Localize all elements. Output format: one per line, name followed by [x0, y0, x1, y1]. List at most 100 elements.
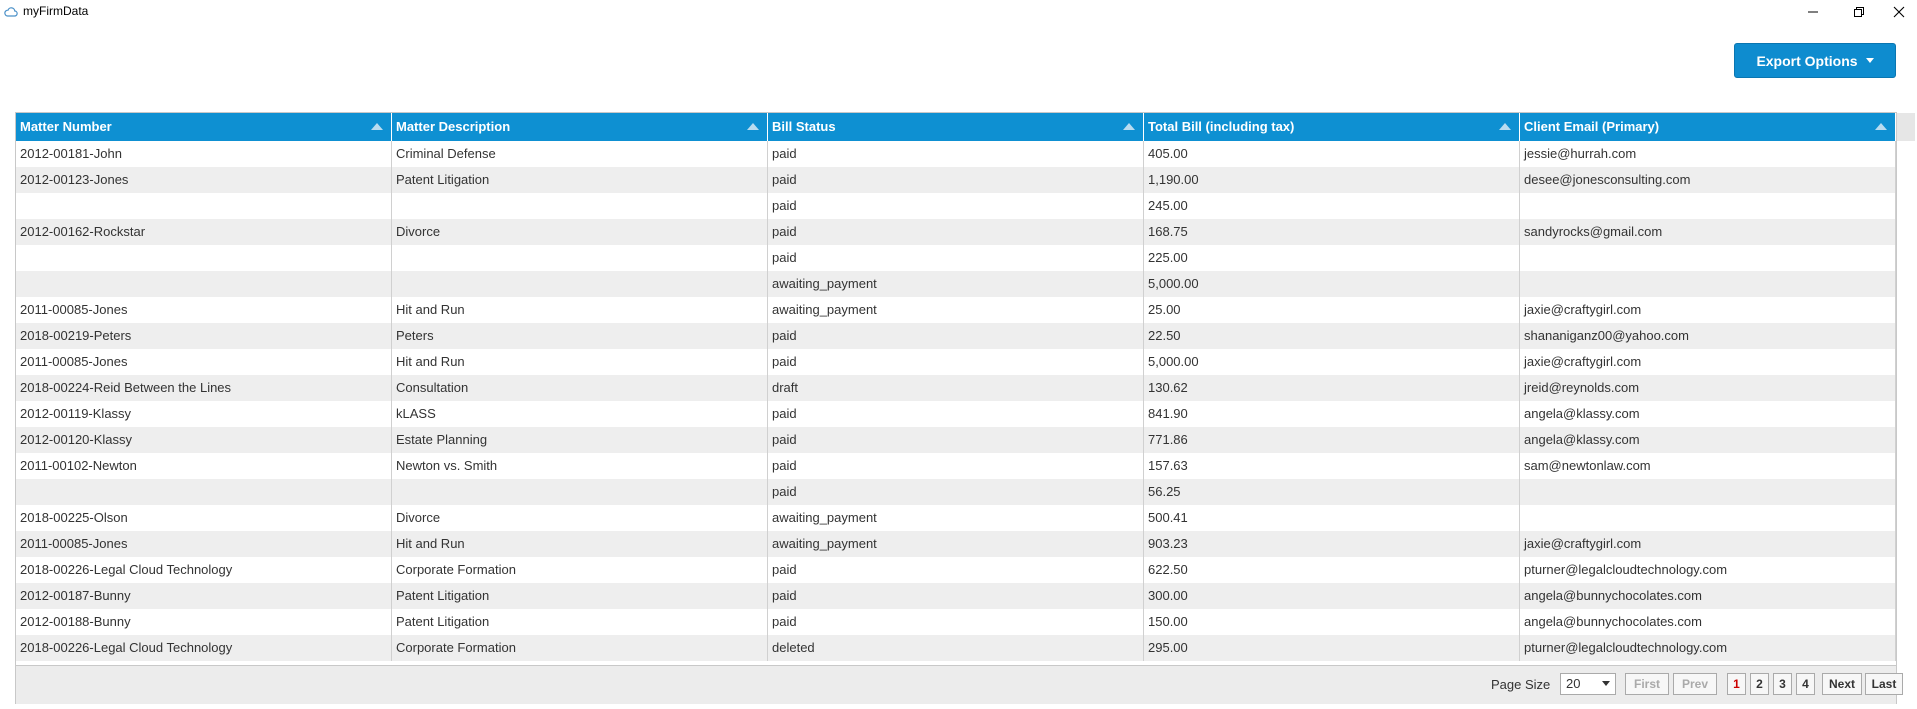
- cell-matter-number: 2011-00085-Jones: [16, 531, 392, 557]
- cell-matter-number: [16, 479, 392, 505]
- export-options-button[interactable]: Export Options: [1734, 43, 1896, 78]
- table-row[interactable]: paid 56.25: [16, 479, 1896, 505]
- column-header-matter-number[interactable]: Matter Number: [16, 113, 392, 141]
- cell-matter-number: 2018-00225-Olson: [16, 505, 392, 531]
- cell-matter-description: Patent Litigation: [392, 167, 768, 193]
- cell-matter-number: [16, 271, 392, 297]
- close-button[interactable]: [1876, 0, 1917, 24]
- cell-client-email: [1520, 505, 1896, 531]
- table-row[interactable]: 2011-00085-Jones Hit and Run paid 5,000.00 j…: [16, 349, 1896, 375]
- cell-matter-description: Criminal Defense: [392, 141, 768, 167]
- cell-bill-status: paid: [768, 219, 1144, 245]
- minimize-button[interactable]: [1790, 0, 1836, 24]
- cell-bill-status: paid: [768, 193, 1144, 219]
- cell-bill-status: paid: [768, 427, 1144, 453]
- table-row[interactable]: awaiting_payment 5,000.00: [16, 271, 1896, 297]
- cell-client-email: jaxie@craftygirl.com: [1520, 349, 1896, 375]
- cell-matter-description: Peters: [392, 323, 768, 349]
- cell-total-bill: 245.00: [1144, 193, 1520, 219]
- cell-bill-status: awaiting_payment: [768, 531, 1144, 557]
- table-row[interactable]: paid 245.00: [16, 193, 1896, 219]
- sort-arrow-icon[interactable]: [1123, 123, 1135, 130]
- cell-client-email: sandyrocks@gmail.com: [1520, 219, 1896, 245]
- cell-matter-description: Divorce: [392, 505, 768, 531]
- table-row[interactable]: 2011-00085-Jones Hit and Run awaiting_paym…: [16, 531, 1896, 557]
- page-2-button[interactable]: 2: [1750, 673, 1769, 695]
- column-header-total-bill[interactable]: Total Bill (including tax): [1144, 113, 1520, 141]
- table-row[interactable]: 2018-00224-Reid Between the Lines Consult…: [16, 375, 1896, 401]
- last-page-button[interactable]: Last: [1865, 673, 1903, 695]
- first-page-button[interactable]: First: [1625, 673, 1669, 695]
- column-header-bill-status[interactable]: Bill Status: [768, 113, 1144, 141]
- cell-matter-number: 2012-00119-Klassy: [16, 401, 392, 427]
- cell-client-email: shananiganz00@yahoo.com: [1520, 323, 1896, 349]
- page-1-button[interactable]: 1: [1727, 673, 1746, 695]
- column-header-matter-description[interactable]: Matter Description: [392, 113, 768, 141]
- sort-arrow-icon[interactable]: [747, 123, 759, 130]
- table-row[interactable]: 2012-00119-Klassy kLASS paid 841.90 angela@k…: [16, 401, 1896, 427]
- table-row[interactable]: 2012-00188-Bunny Patent Litigation paid 150…: [16, 609, 1896, 635]
- sort-arrow-icon[interactable]: [1499, 123, 1511, 130]
- table-row[interactable]: 2018-00219-Peters Peters paid 22.50 shananig…: [16, 323, 1896, 349]
- column-header-label: Bill Status: [772, 119, 836, 134]
- table-row[interactable]: 2012-00181-John Criminal Defense paid 405.0…: [16, 141, 1896, 167]
- table-row[interactable]: 2012-00162-Rockstar Divorce paid 168.75 sand…: [16, 219, 1896, 245]
- page-4-button[interactable]: 4: [1796, 673, 1815, 695]
- table-row[interactable]: 2012-00123-Jones Patent Litigation paid 1,1…: [16, 167, 1896, 193]
- cell-bill-status: paid: [768, 479, 1144, 505]
- cell-total-bill: 841.90: [1144, 401, 1520, 427]
- cell-total-bill: 5,000.00: [1144, 271, 1520, 297]
- cell-bill-status: paid: [768, 245, 1144, 271]
- export-options-label: Export Options: [1756, 52, 1858, 69]
- cell-total-bill: 622.50: [1144, 557, 1520, 583]
- sort-arrow-icon[interactable]: [371, 123, 383, 130]
- cell-total-bill: 225.00: [1144, 245, 1520, 271]
- cell-total-bill: 56.25: [1144, 479, 1520, 505]
- table-row[interactable]: 2018-00226-Legal Cloud Technology Corpora…: [16, 557, 1896, 583]
- sort-arrow-icon[interactable]: [1875, 123, 1887, 130]
- cell-total-bill: 300.00: [1144, 583, 1520, 609]
- cell-total-bill: 405.00: [1144, 141, 1520, 167]
- cell-total-bill: 157.63: [1144, 453, 1520, 479]
- page-3-button[interactable]: 3: [1773, 673, 1792, 695]
- cell-client-email: pturner@legalcloudtechnology.com: [1520, 557, 1896, 583]
- cell-client-email: angela@klassy.com: [1520, 401, 1896, 427]
- cell-matter-description: Consultation: [392, 375, 768, 401]
- minimize-icon: [1808, 11, 1818, 13]
- page-size-select[interactable]: 20: [1560, 673, 1616, 695]
- cell-bill-status: paid: [768, 557, 1144, 583]
- table-row[interactable]: paid 225.00: [16, 245, 1896, 271]
- cell-total-bill: 295.00: [1144, 635, 1520, 661]
- cell-client-email: [1520, 245, 1896, 271]
- cell-matter-description: [392, 479, 768, 505]
- cell-bill-status: paid: [768, 323, 1144, 349]
- restore-icon: [1854, 7, 1864, 17]
- next-page-button[interactable]: Next: [1822, 673, 1862, 695]
- cell-total-bill: 903.23: [1144, 531, 1520, 557]
- table-row[interactable]: 2018-00226-Legal Cloud Technology Corpora…: [16, 635, 1896, 661]
- cell-client-email: jaxie@craftygirl.com: [1520, 531, 1896, 557]
- table-row[interactable]: 2018-00225-Olson Divorce awaiting_payment 5…: [16, 505, 1896, 531]
- cell-total-bill: 25.00: [1144, 297, 1520, 323]
- table-row[interactable]: 2012-00120-Klassy Estate Planning paid 771.…: [16, 427, 1896, 453]
- cell-matter-number: 2012-00123-Jones: [16, 167, 392, 193]
- cloud-icon: [4, 5, 18, 19]
- cell-matter-number: 2012-00162-Rockstar: [16, 219, 392, 245]
- cell-total-bill: 1,190.00: [1144, 167, 1520, 193]
- cell-client-email: sam@newtonlaw.com: [1520, 453, 1896, 479]
- cell-matter-description: Patent Litigation: [392, 609, 768, 635]
- table-row[interactable]: 2011-00102-Newton Newton vs. Smith paid 157…: [16, 453, 1896, 479]
- prev-page-button[interactable]: Prev: [1673, 673, 1717, 695]
- table-row[interactable]: 2012-00187-Bunny Patent Litigation paid 300…: [16, 583, 1896, 609]
- cell-matter-number: 2018-00224-Reid Between the Lines: [16, 375, 392, 401]
- column-header-label: Total Bill (including tax): [1148, 119, 1295, 134]
- cell-client-email: desee@jonesconsulting.com: [1520, 167, 1896, 193]
- cell-client-email: [1520, 271, 1896, 297]
- column-header-label: Matter Description: [396, 119, 511, 134]
- cell-client-email: angela@bunnychocolates.com: [1520, 609, 1896, 635]
- cell-client-email: [1520, 193, 1896, 219]
- cell-matter-description: Patent Litigation: [392, 583, 768, 609]
- column-header-client-email[interactable]: Client Email (Primary): [1520, 113, 1896, 141]
- table-row[interactable]: 2011-00085-Jones Hit and Run awaiting_paym…: [16, 297, 1896, 323]
- grid-header: Matter Number Matter Description Bill Stat…: [16, 113, 1896, 141]
